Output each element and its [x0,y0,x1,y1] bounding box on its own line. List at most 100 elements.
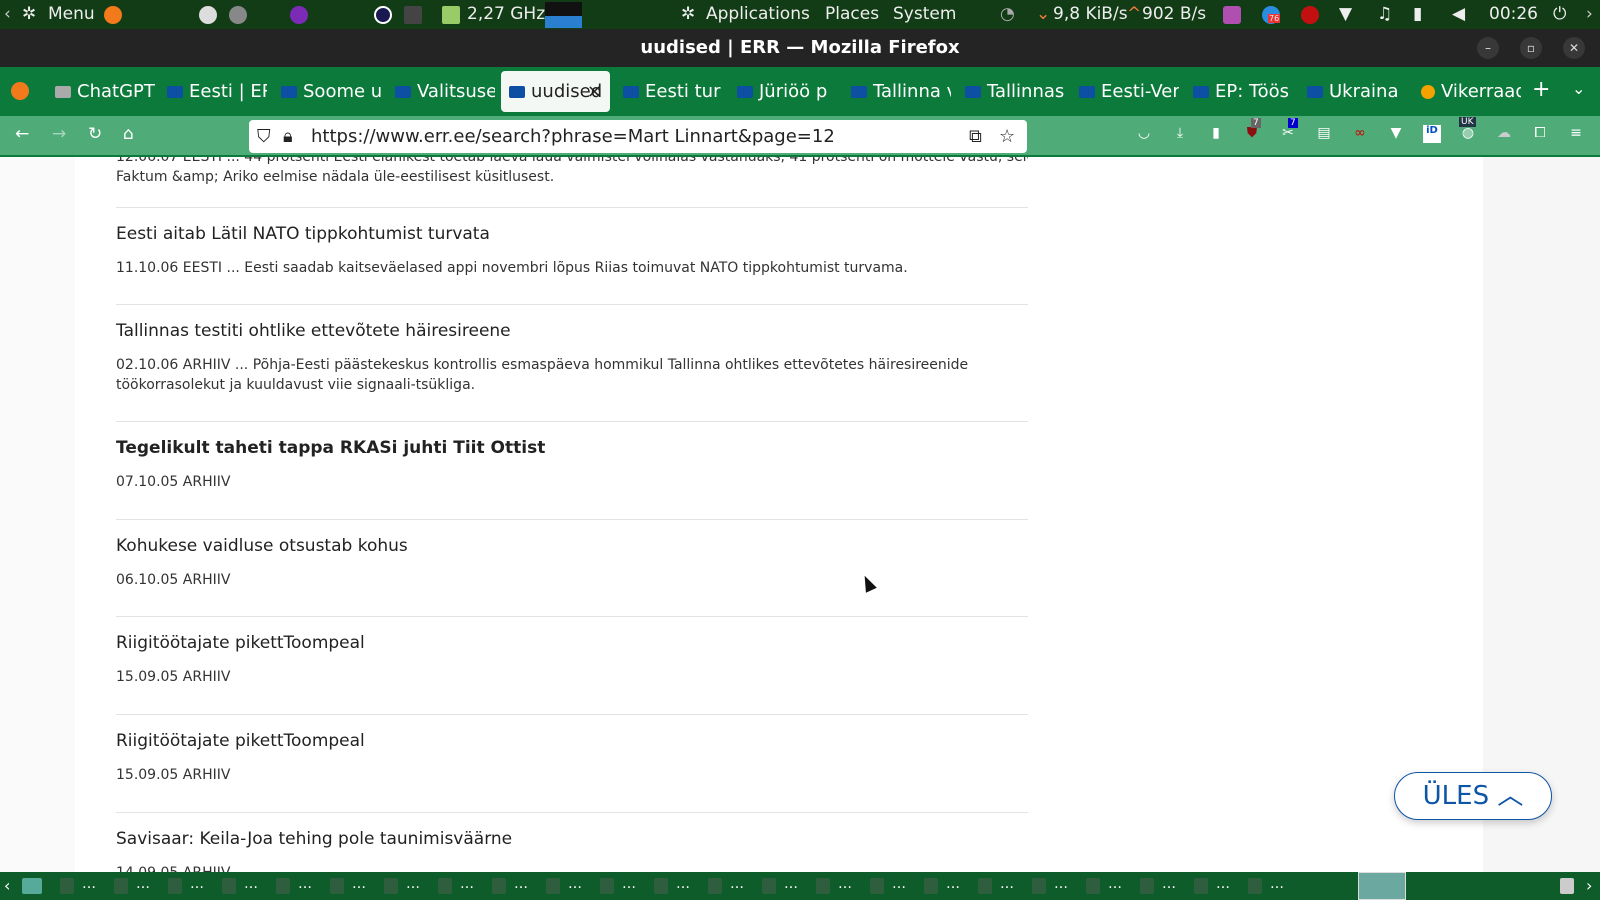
settings-icon[interactable] [229,6,247,24]
audio-recorder-icon[interactable] [1223,6,1241,24]
taskbar-app-icon[interactable] [384,878,398,894]
shield-icon[interactable]: ⛉ [257,120,271,153]
result-title-link[interactable]: Tegelikult taheti tappa RKASi juhti Tiit… [116,438,1028,458]
close-tab-icon[interactable]: × [587,71,602,112]
panel-left-arrow[interactable]: ‹ [4,4,11,24]
opera-icon[interactable] [374,6,392,24]
power-icon[interactable]: ⏻ [1553,4,1566,24]
system-menu[interactable]: System [893,4,956,24]
tab-8[interactable]: Tallinnas [957,71,1065,112]
network-icon[interactable]: ▼ [1339,4,1352,24]
reload-button[interactable]: ↻ [88,124,102,144]
terminal-icon[interactable] [404,6,422,24]
minimize-button[interactable]: – [1477,37,1499,59]
tab-3[interactable]: Valitsuse [387,71,495,112]
cloud-extension-icon[interactable]: ☁ [1495,125,1513,143]
result-title-link[interactable]: Kohukese vaidluse otsustab kohus [116,536,1028,556]
volume-icon[interactable]: ◀ [1452,4,1465,24]
taskbar-app-icon[interactable] [924,878,938,894]
vtr-extension-icon[interactable]: ▤ [1315,125,1333,143]
taskbar-app-icon[interactable] [546,878,560,894]
taskbar-app-icon[interactable] [708,878,722,894]
tab-5[interactable]: Eesti tur [615,71,723,112]
taskbar-app-icon[interactable] [600,878,614,894]
taskbar-app-icon[interactable] [330,878,344,894]
tab-2[interactable]: Soome u [273,71,381,112]
taskbar-app-icon[interactable] [114,878,128,894]
menu-button[interactable]: Menu [48,4,95,24]
places-menu[interactable]: Places [825,4,879,24]
list-tabs-button[interactable]: ⌄ [1572,79,1585,98]
wifi-icon[interactable]: ◔ [1000,4,1015,24]
new-tab-button[interactable]: + [1532,77,1550,102]
taskbar-app-icon[interactable] [168,878,182,894]
home-button[interactable]: ⌂ [123,124,134,144]
taskbar-app-icon[interactable] [654,878,668,894]
panel-right-arrow[interactable]: › [1586,4,1593,24]
hamburger-menu-icon[interactable]: ≡ [1567,125,1585,143]
clock[interactable]: 00:26 [1489,4,1538,24]
taskbar-app-icon[interactable] [1086,878,1100,894]
tab-0[interactable]: ChatGPT [47,71,155,112]
result-title-link[interactable]: Riigitöötajate pikettToompeal [116,731,1028,751]
lock-icon[interactable]: 🔒︎ [283,120,293,153]
taskbar-app-icon[interactable] [438,878,452,894]
taskbar-app-icon[interactable] [276,878,290,894]
tab-12[interactable]: Vikerraad [1413,71,1521,112]
notification-bell-icon[interactable]: ♫ [1377,4,1392,24]
tab-1[interactable]: Eesti | ERR [159,71,267,112]
downloads-icon[interactable]: ⤓ [1171,125,1189,143]
taskbar-app-icon[interactable] [60,878,74,894]
applications-icon[interactable]: ✲ [681,4,695,24]
applications-menu[interactable]: Applications [706,4,810,24]
id-extension-icon[interactable]: iD [1423,125,1441,143]
result-title-link[interactable]: Tallinnas testiti ohtlike ettevõtete häi… [116,321,1028,341]
uk-extension-icon[interactable]: ◍ [1459,125,1477,143]
tab-6[interactable]: Jüriöö p [729,71,837,112]
battery-icon[interactable]: ▮ [1413,4,1422,24]
link-extension-icon[interactable]: ∞ [1351,125,1369,143]
taskbar-app-icon[interactable] [978,878,992,894]
trash-icon[interactable] [1560,878,1574,894]
url-bar[interactable]: ⛉ 🔒︎ https://www.err.ee/search?phrase=Ma… [249,120,1027,153]
tab-7[interactable]: Tallinna v [843,71,951,112]
tab-9[interactable]: Eesti-Ver [1071,71,1179,112]
taskbar-app-icon[interactable] [1194,878,1208,894]
accessibility-icon[interactable] [199,6,217,24]
taskbar-app-icon[interactable] [222,878,236,894]
taskbar-right-arrow[interactable]: › [1586,876,1592,895]
menu-icon[interactable]: ✲ [22,4,36,24]
back-button[interactable]: ← [15,124,29,144]
extensions-icon[interactable]: ⧠ [1531,125,1549,143]
taskbar-firefox-active[interactable] [1358,872,1406,900]
notes-extension-icon[interactable]: ▮ [1207,125,1225,143]
scroll-to-top-button[interactable]: ÜLES ︿ [1394,772,1552,820]
taskbar-app-icon[interactable] [1140,878,1154,894]
filter-extension-icon[interactable]: ▼ [1387,125,1405,143]
tab-11[interactable]: Ukraina [1299,71,1407,112]
taskbar-app-icon[interactable] [1032,878,1046,894]
pocket-icon[interactable]: ◡ [1135,125,1153,143]
taskbar-app-icon[interactable] [870,878,884,894]
taskbar-app-icon[interactable] [1248,878,1262,894]
taskbar-app-icon[interactable] [492,878,506,894]
forward-button[interactable]: → [52,124,66,144]
taskbar-left-arrow[interactable]: ‹ [4,876,10,895]
taskbar-app-icon[interactable] [762,878,776,894]
tab-4[interactable]: uudised × [501,71,610,112]
firefox-icon[interactable] [104,6,122,24]
record-icon[interactable] [1301,6,1319,24]
translate-icon[interactable]: ⧉ [969,120,982,153]
result-title-link[interactable]: Riigitöötajate pikettToompeal [116,633,1028,653]
taskbar-app-icon[interactable] [816,878,830,894]
show-desktop-icon[interactable] [22,878,42,894]
maximize-button[interactable]: ▫ [1520,37,1542,59]
close-window-button[interactable]: ✕ [1563,37,1585,59]
result-title-link[interactable]: Eesti aitab Lätil NATO tippkohtumist tur… [116,224,1028,244]
tor-icon[interactable] [290,6,308,24]
result-title-link[interactable]: Savisaar: Keila-Joa tehing pole taunimis… [116,829,1028,849]
url-text[interactable]: https://www.err.ee/search?phrase=Mart Li… [311,126,835,147]
bookmark-star-icon[interactable]: ☆ [999,120,1015,153]
firefox-view-icon[interactable] [11,82,29,100]
tab-10[interactable]: EP: Töös [1185,71,1293,112]
